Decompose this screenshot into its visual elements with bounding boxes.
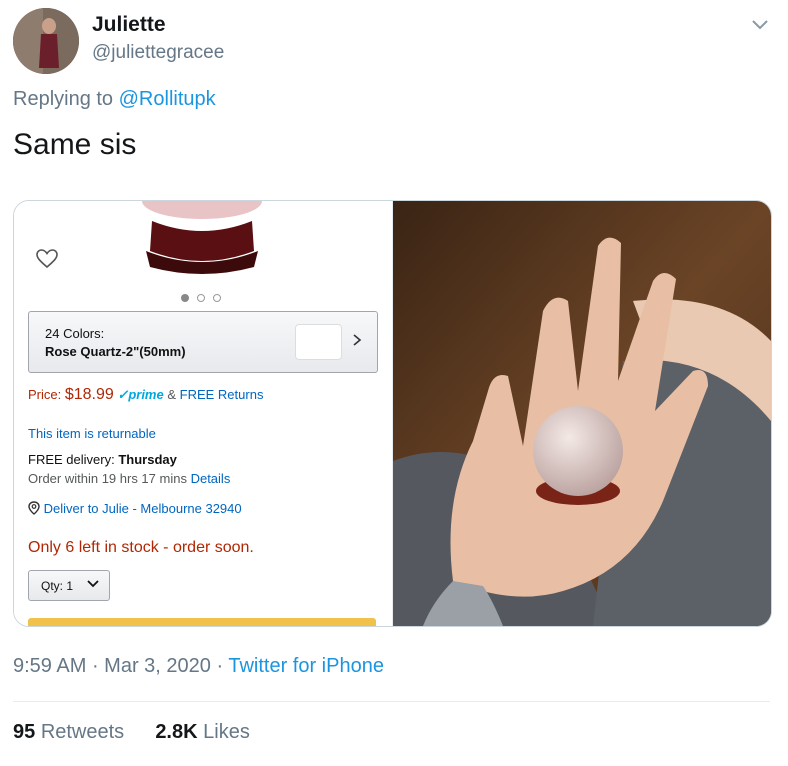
author-name[interactable]: Juliette — [92, 13, 166, 37]
prime-badge: ✓prime — [117, 387, 164, 402]
price-label: Price: — [28, 387, 62, 402]
avatar[interactable] — [13, 8, 79, 74]
amazon-screenshot: 24 Colors: Rose Quartz-2"(50mm) Price: $… — [14, 201, 392, 626]
location-pin-icon — [28, 501, 40, 515]
carousel-dots[interactable] — [180, 293, 226, 303]
likes-stat[interactable]: 2.8K Likes — [155, 721, 250, 743]
deliver-to-text: Deliver to Julie - Melbourne 32940 — [43, 501, 242, 516]
replying-to-link[interactable]: @Rollitupk — [119, 88, 216, 110]
free-delivery-day: Thursday — [118, 452, 177, 467]
buy-button[interactable] — [28, 618, 376, 626]
price-value: $18.99 — [64, 386, 114, 403]
color-selector[interactable]: 24 Colors: Rose Quartz-2"(50mm) — [28, 311, 378, 373]
chevron-right-icon — [353, 334, 362, 346]
chevron-down-icon — [87, 580, 99, 588]
order-within-text: Order within 19 hrs 17 mins — [28, 471, 187, 486]
tweet-date[interactable]: Mar 3, 2020 — [104, 655, 211, 677]
chevron-down-icon[interactable] — [750, 14, 770, 34]
deliver-to[interactable]: Deliver to Julie - Melbourne 32940 — [28, 501, 242, 516]
price-row: Price: $18.99 ✓prime & FREE Returns — [28, 386, 264, 403]
stock-status: Only 6 left in stock - order soon. — [28, 539, 254, 556]
free-delivery-label: FREE delivery: — [28, 452, 115, 467]
likes-label: Likes — [203, 721, 250, 743]
tweet-meta: 9:59 AM · Mar 3, 2020 · Twitter for iPho… — [13, 655, 384, 677]
divider — [13, 701, 770, 702]
retweets-count: 95 — [13, 721, 36, 743]
tweet-source[interactable]: Twitter for iPhone — [228, 655, 384, 677]
author-handle[interactable]: @juliettegracee — [92, 42, 224, 64]
order-within: Order within 19 hrs 17 mins Details — [28, 471, 230, 486]
tweet-media[interactable]: 24 Colors: Rose Quartz-2"(50mm) Price: $… — [13, 200, 772, 627]
hand-photo — [393, 201, 771, 626]
tweet-time[interactable]: 9:59 AM — [13, 655, 86, 677]
quantity-value: Qty: 1 — [41, 579, 74, 593]
product-image — [142, 201, 262, 274]
replying-to-label: Replying to — [13, 88, 114, 110]
likes-count: 2.8K — [155, 721, 198, 743]
retweets-stat[interactable]: 95 Retweets — [13, 721, 130, 743]
returnable-link[interactable]: This item is returnable — [28, 426, 156, 441]
details-link[interactable]: Details — [191, 471, 231, 486]
heart-icon[interactable] — [36, 249, 58, 269]
quantity-select[interactable]: Qty: 1 — [28, 570, 110, 601]
replying-to: Replying to @Rollitupk — [13, 88, 216, 111]
color-label: 24 Colors: — [45, 326, 105, 341]
color-value: Rose Quartz-2"(50mm) — [45, 344, 186, 359]
free-delivery: FREE delivery: Thursday — [28, 452, 177, 467]
free-returns-link[interactable]: FREE Returns — [180, 387, 264, 402]
color-swatch — [295, 324, 342, 360]
tweet-stats: 95 Retweets 2.8K Likes — [13, 721, 250, 744]
tweet-text: Same sis — [13, 128, 137, 161]
retweets-label: Retweets — [40, 721, 125, 743]
